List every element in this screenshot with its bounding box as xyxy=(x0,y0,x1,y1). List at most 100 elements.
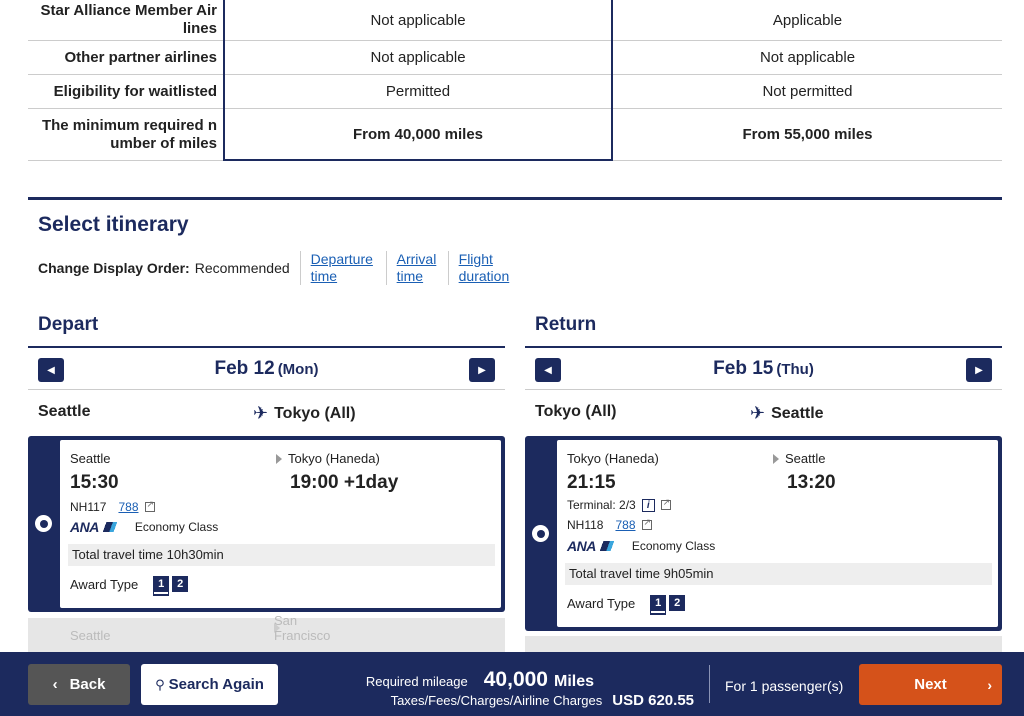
selected-column-highlight xyxy=(223,0,613,161)
prev-date-button[interactable]: ◀ xyxy=(535,358,561,382)
airline-info: ANA Economy Class xyxy=(567,538,715,554)
arr-city-text: Tokyo (Haneda) xyxy=(288,451,380,466)
depart-title: Depart xyxy=(38,314,99,335)
external-link-icon xyxy=(660,497,671,510)
award-type: Award Type 1 2 xyxy=(70,576,189,592)
flight-option-selected[interactable]: Seattle 15:30 Tokyo (Haneda) 19:00 +1day… xyxy=(28,436,505,612)
triangle-left-icon: ◀ xyxy=(544,364,552,376)
depart-route: Seattle ✈ Tokyo (All) xyxy=(28,390,505,434)
back-label: Back xyxy=(69,676,106,693)
section-divider xyxy=(28,197,1002,200)
chevron-right-icon: › xyxy=(987,676,992,693)
cell-value: Not applicable xyxy=(759,49,856,66)
dep-time: 21:15 xyxy=(567,472,616,493)
external-link-icon xyxy=(144,499,155,512)
dep-city: Seattle xyxy=(70,451,111,466)
search-again-button[interactable]: ⚲ Search Again xyxy=(141,664,278,705)
flight-info: NH117 788 xyxy=(70,499,155,514)
arrow-right-icon xyxy=(773,453,779,464)
cell-value: Applicable xyxy=(772,11,843,29)
dep-city: Tokyo (Haneda) xyxy=(567,451,659,466)
arr-city-text: Seattle xyxy=(785,451,826,466)
destination-text: Tokyo (All) xyxy=(274,404,356,422)
dep-city: Seattle xyxy=(70,628,111,643)
flight-info: NH118 788 xyxy=(567,517,652,532)
flight-number: NH117 xyxy=(70,500,107,514)
taxes-label: Taxes/Fees/Charges/Airline Charges xyxy=(390,693,603,708)
route-origin: Tokyo (All) xyxy=(535,403,617,420)
total-travel-time: Total travel time 9h05min xyxy=(565,563,992,585)
mileage-unit: Miles xyxy=(553,673,594,690)
ana-logo: ANA xyxy=(70,519,119,535)
next-label: Next xyxy=(914,676,947,693)
terminal-info: Terminal: 2/3 i xyxy=(567,497,671,512)
destination-text: Seattle xyxy=(771,404,824,422)
order-label: Change Display Order: xyxy=(38,260,190,276)
cell-value: Not permitted xyxy=(762,83,853,100)
arr-city: Seattle xyxy=(773,451,825,466)
divider xyxy=(709,665,710,703)
external-link-icon xyxy=(641,517,652,530)
prev-date-button[interactable]: ◀ xyxy=(38,358,64,382)
triangle-right-icon: ▶ xyxy=(478,364,486,376)
route-origin: Seattle xyxy=(38,403,91,420)
back-button[interactable]: ‹ Back xyxy=(28,664,130,705)
award-type-label: Award Type xyxy=(70,576,139,592)
cell-value: From 55,000 miles xyxy=(742,126,873,143)
arr-time: 13:20 xyxy=(787,472,836,493)
arr-city-text: San Francisco xyxy=(274,613,331,643)
total-travel-time: Total travel time 10h30min xyxy=(68,544,495,566)
arr-city: Tokyo (Haneda) xyxy=(276,451,380,466)
flight-option-selected[interactable]: Tokyo (Haneda) 21:15 Seattle 13:20 Termi… xyxy=(525,436,1002,631)
chevron-left-icon: ‹ xyxy=(52,676,58,693)
award-type-2-button[interactable]: 2 xyxy=(669,595,686,611)
mileage-value: 40,000 xyxy=(483,668,548,691)
next-button[interactable]: Next › xyxy=(859,664,1002,705)
sort-flight-duration-link[interactable]: Flight duration xyxy=(447,251,524,285)
row-label: The minimum required n umber of miles xyxy=(41,116,217,152)
arrow-right-icon xyxy=(276,453,282,464)
return-column: Return ◀ Feb 15 (Thu) ▶ Tokyo (All) ✈ Seat… xyxy=(525,310,1002,676)
section-title: Select itinerary xyxy=(38,213,189,236)
airplane-icon: ✈ xyxy=(253,403,269,423)
flight-card: Seattle 15:30 Tokyo (Haneda) 19:00 +1day… xyxy=(60,440,501,608)
row-label: Star Alliance Member Air lines xyxy=(40,2,217,37)
info-icon[interactable]: i xyxy=(641,498,655,512)
radio-selected-icon[interactable] xyxy=(35,515,52,532)
next-date-button[interactable]: ▶ xyxy=(469,358,495,382)
search-again-label: Search Again xyxy=(168,676,264,693)
sort-departure-time-link[interactable]: Departure time xyxy=(299,251,386,285)
route-destination: ✈ Seattle xyxy=(750,403,824,424)
terminal-text: Terminal: 2/3 xyxy=(567,498,636,512)
award-type-1-button[interactable]: 1 xyxy=(153,576,170,592)
return-route: Tokyo (All) ✈ Seattle xyxy=(525,390,1002,434)
sort-arrival-time-link[interactable]: Arrival time xyxy=(385,251,448,285)
award-type-1-button[interactable]: 1 xyxy=(650,595,667,611)
flight-number: NH118 xyxy=(567,518,604,532)
cabin-class: Economy Class xyxy=(134,520,219,534)
triangle-right-icon: ▶ xyxy=(975,364,983,376)
aircraft-link[interactable]: 788 xyxy=(118,500,138,514)
date-text: Feb 12 xyxy=(214,357,275,379)
required-mileage: Required mileage 40,000 Miles xyxy=(366,668,594,692)
dep-time: 15:30 xyxy=(70,472,119,493)
date-text: Feb 15 xyxy=(713,357,774,379)
radio-selected-icon[interactable] xyxy=(532,525,549,542)
flight-card: Tokyo (Haneda) 21:15 Seattle 13:20 Termi… xyxy=(557,440,998,627)
depart-column: Depart ◀ Feb 12 (Mon) ▶ Seattle ✈ Tokyo (A… xyxy=(28,310,505,658)
display-order-bar: Change Display Order: Recommended Depart… xyxy=(38,251,524,285)
route-destination: ✈ Tokyo (All) xyxy=(253,403,356,424)
weekday-text: (Mon) xyxy=(277,360,319,378)
next-date-button[interactable]: ▶ xyxy=(966,358,992,382)
order-current: Recommended xyxy=(194,260,290,276)
search-icon: ⚲ xyxy=(155,676,165,692)
row-label: Eligibility for waitlisted xyxy=(53,82,217,100)
return-title: Return xyxy=(535,314,597,335)
row-label: Other partner airlines xyxy=(64,48,217,66)
airline-logo-text: ANA xyxy=(567,538,596,554)
award-type-2-button[interactable]: 2 xyxy=(172,576,189,592)
aircraft-link[interactable]: 788 xyxy=(615,518,635,532)
cabin-class: Economy Class xyxy=(631,539,716,553)
airplane-icon: ✈ xyxy=(750,403,766,423)
taxes-summary: Taxes/Fees/Charges/Airline Charges USD 6… xyxy=(391,692,694,709)
